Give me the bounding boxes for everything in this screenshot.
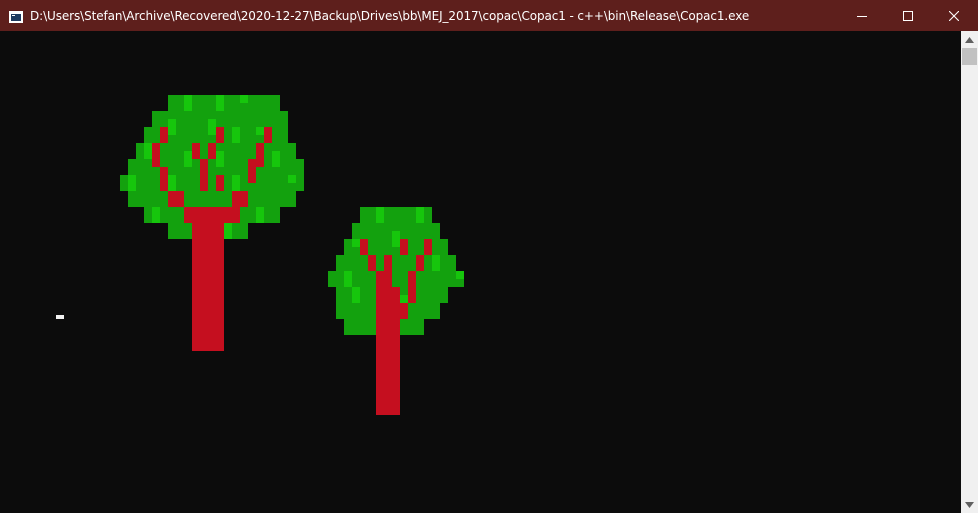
console-app-icon[interactable]	[9, 10, 23, 23]
console-window: D:\Users\Stefan\Archive\Recovered\2020-1…	[0, 0, 978, 513]
tree-drawing	[120, 95, 464, 415]
scrollbar-thumb[interactable]	[962, 48, 977, 65]
tree-left	[120, 95, 304, 351]
console-output-area[interactable]	[0, 31, 961, 513]
scroll-down-arrow-icon	[965, 501, 974, 508]
close-button[interactable]	[931, 0, 977, 31]
title-bar[interactable]: D:\Users\Stefan\Archive\Recovered\2020-1…	[0, 0, 978, 31]
maximize-icon	[903, 10, 913, 21]
text-cursor	[56, 315, 64, 319]
scroll-up-arrow-icon	[965, 36, 974, 43]
minimize-button[interactable]	[839, 0, 885, 31]
scroll-down-button[interactable]	[961, 496, 978, 513]
scroll-up-button[interactable]	[961, 31, 978, 48]
window-title: D:\Users\Stefan\Archive\Recovered\2020-1…	[30, 8, 750, 23]
maximize-button[interactable]	[885, 0, 931, 31]
close-icon	[949, 10, 959, 21]
vertical-scrollbar[interactable]	[961, 31, 978, 513]
tree-right	[328, 207, 464, 415]
minimize-icon	[857, 15, 867, 17]
